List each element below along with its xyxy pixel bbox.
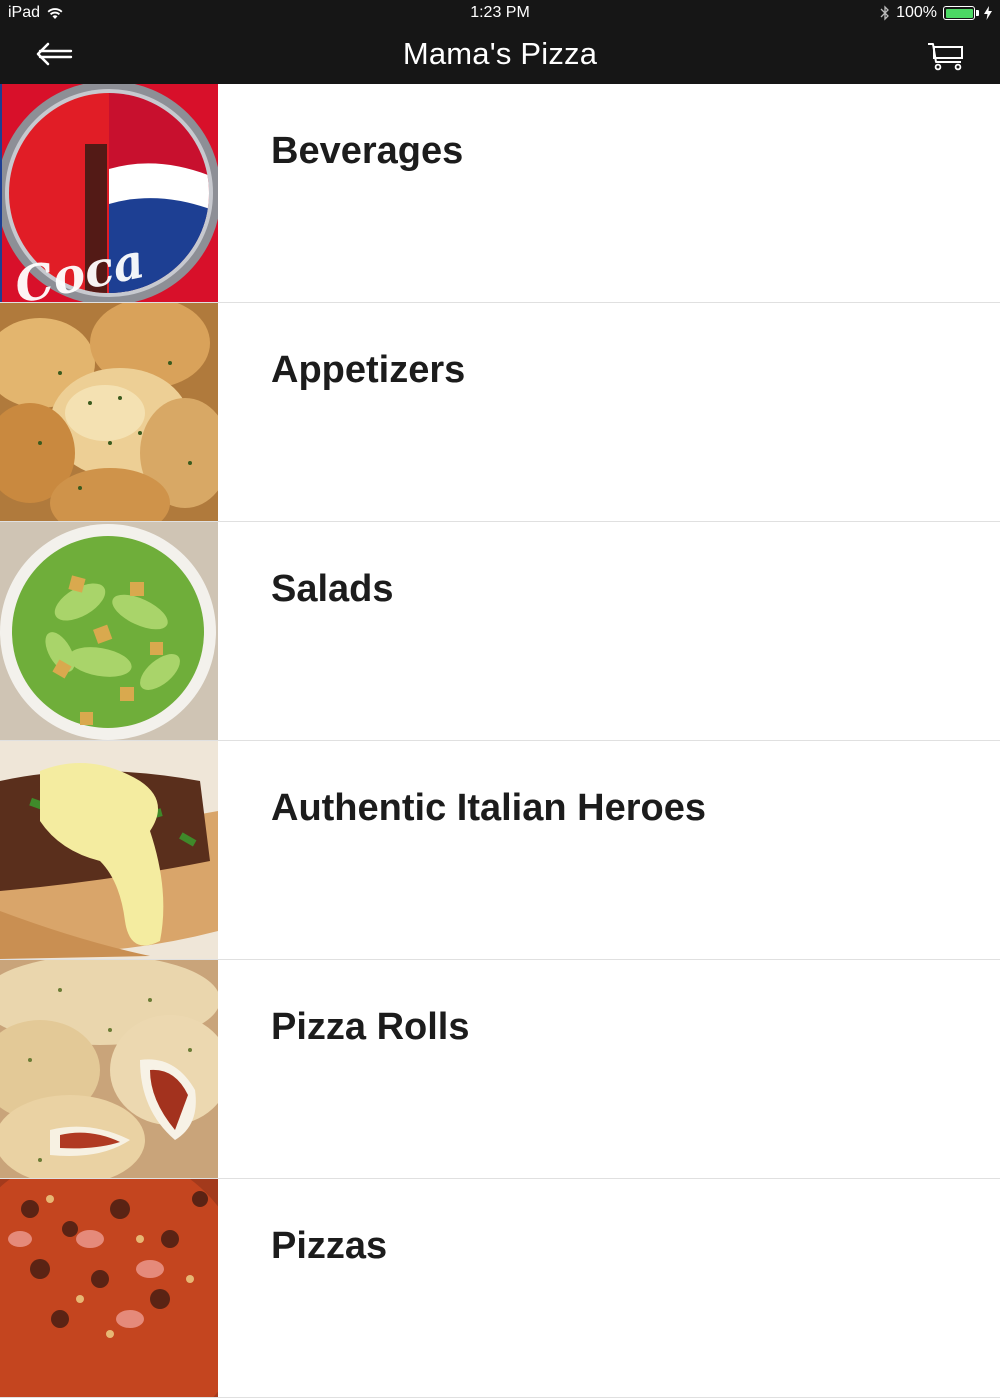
- charging-bolt-icon: [984, 6, 992, 20]
- battery-percent: 100%: [896, 4, 937, 21]
- category-list: Coca Beverages Appetizers Salads Authent…: [0, 84, 1000, 1398]
- category-label: Beverages: [271, 130, 464, 172]
- battery-level: [945, 8, 973, 18]
- category-item-appetizers[interactable]: Appetizers: [0, 303, 1000, 522]
- category-item-beverages[interactable]: Coca Beverages: [0, 84, 1000, 303]
- pizzas-image: [0, 1179, 218, 1397]
- category-label: Appetizers: [271, 349, 466, 391]
- page-title: Mama's Pizza: [402, 36, 598, 71]
- salads-image: [0, 522, 218, 740]
- category-label: Pizzas: [271, 1225, 388, 1267]
- category-label: Authentic Italian Heroes: [271, 787, 706, 829]
- cart-button[interactable]: [926, 38, 966, 72]
- heroes-image: [0, 741, 218, 959]
- appetizers-image: [0, 303, 218, 521]
- category-item-heroes[interactable]: Authentic Italian Heroes: [0, 741, 1000, 960]
- category-item-salads[interactable]: Salads: [0, 522, 1000, 741]
- beverages-image: Coca: [0, 84, 218, 302]
- status-bar: iPad 1:23 PM 100%: [0, 0, 1000, 28]
- category-item-pizza-rolls[interactable]: Pizza Rolls: [0, 960, 1000, 1179]
- category-item-pizzas[interactable]: Pizzas: [0, 1179, 1000, 1398]
- battery-icon: [943, 6, 979, 20]
- status-time: 1:23 PM: [470, 4, 530, 21]
- cart-icon: [928, 43, 963, 71]
- status-bar-right: 100%: [880, 4, 992, 22]
- category-label: Salads: [271, 568, 394, 610]
- pizza-rolls-image: [0, 960, 218, 1178]
- bluetooth-icon: [880, 5, 889, 21]
- category-label: Pizza Rolls: [271, 1006, 470, 1048]
- navigation-bar: Mama's Pizza: [0, 28, 1000, 84]
